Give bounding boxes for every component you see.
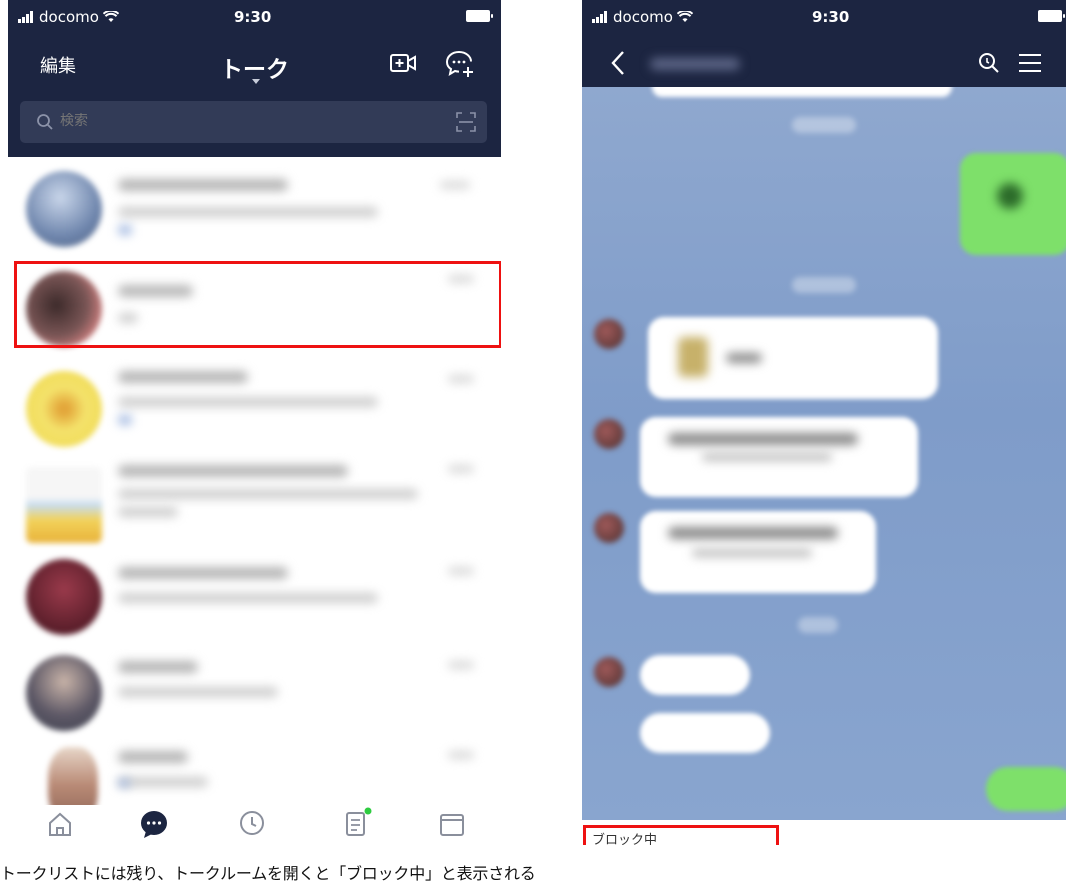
qr-scan-icon[interactable] (456, 112, 476, 132)
chat-list-item[interactable] (8, 157, 501, 253)
chat-time (448, 661, 474, 669)
chat-preview (118, 507, 178, 517)
video-call-icon[interactable] (390, 52, 416, 74)
message-text (702, 453, 832, 461)
chat-preview (118, 687, 278, 697)
chat-name (118, 751, 188, 763)
avatar (594, 319, 624, 349)
carrier-name: docomo (39, 8, 99, 26)
talk-list-screen: docomo 9:30 編集 トーク (8, 0, 501, 845)
carrier-indicator: docomo (592, 8, 693, 26)
message-bubble (652, 87, 952, 97)
bottom-tab-bar (8, 805, 501, 845)
battery-icon (466, 10, 493, 22)
news-icon[interactable] (338, 807, 374, 841)
message-text (668, 433, 858, 445)
sticker-icon (678, 337, 708, 377)
menu-icon[interactable] (1018, 53, 1042, 73)
date-separator (792, 117, 856, 133)
chat-preview-icon (118, 415, 132, 425)
chat-preview (118, 207, 378, 217)
sent-bubble (986, 767, 1066, 811)
chat-list-item[interactable] (8, 545, 501, 641)
status-time: 9:30 (812, 8, 850, 26)
highlight-box-blocked (583, 825, 779, 845)
status-time: 9:30 (234, 8, 272, 26)
message-text (726, 353, 762, 363)
chat-name (118, 179, 288, 191)
chat-list-item[interactable] (8, 453, 501, 549)
chat-preview (118, 489, 418, 499)
chat-time (448, 751, 474, 759)
carrier-name: docomo (613, 8, 673, 26)
avatar (594, 657, 624, 687)
chat-name (118, 371, 248, 383)
chat-preview (118, 397, 378, 407)
wallet-icon[interactable] (434, 807, 470, 841)
title-dropdown-icon[interactable] (252, 79, 260, 84)
message-text (692, 549, 812, 557)
call-icon (997, 183, 1023, 209)
image-caption: トークリストには残り、トークルームを開くと「ブロック中」と表示される (0, 864, 536, 883)
signal-icon (18, 11, 33, 23)
wifi-icon (676, 11, 693, 22)
search-bar[interactable] (20, 101, 487, 143)
message-text (668, 527, 838, 539)
avatar (26, 467, 102, 543)
avatar (26, 655, 102, 731)
carrier-indicator: docomo (18, 8, 119, 26)
avatar (594, 419, 624, 449)
received-bubble (640, 713, 770, 753)
chat-preview-icon (118, 225, 132, 235)
chat-name (118, 567, 288, 579)
chat-list-item[interactable] (8, 357, 501, 453)
received-bubble (640, 655, 750, 695)
signal-icon (592, 11, 607, 23)
chat-preview-icon (118, 779, 130, 787)
avatar (26, 371, 102, 447)
new-chat-icon[interactable] (445, 49, 475, 77)
wifi-icon (102, 11, 119, 22)
chat-preview (118, 777, 208, 787)
chat-name (118, 661, 198, 673)
chat-room-name (650, 58, 740, 70)
status-bar: docomo 9:30 (582, 0, 1066, 32)
avatar (26, 559, 102, 635)
search-icon[interactable] (978, 52, 1000, 74)
chat-time (448, 465, 474, 473)
chat-list-item[interactable] (8, 641, 501, 737)
back-arrow-icon[interactable] (610, 50, 626, 76)
search-input[interactable] (60, 113, 260, 129)
date-separator (798, 617, 838, 633)
timeline-icon[interactable] (234, 807, 270, 841)
chat-time (440, 181, 470, 189)
chat-time (448, 567, 474, 575)
chat-time (448, 375, 474, 383)
highlight-box-chat-item (14, 261, 501, 348)
avatar (594, 513, 624, 543)
chat-icon[interactable] (136, 807, 172, 841)
chat-room-screen: docomo 9:30 ブロック中 (582, 0, 1066, 845)
battery-icon (1038, 10, 1065, 22)
avatar (26, 171, 102, 247)
date-separator (792, 277, 856, 293)
chat-preview (118, 593, 378, 603)
chat-room-header: docomo 9:30 (582, 0, 1066, 87)
chat-message-area (582, 87, 1066, 820)
chat-name (118, 465, 348, 477)
status-bar: docomo 9:30 (8, 0, 501, 32)
talk-list-header: docomo 9:30 編集 トーク (8, 0, 501, 157)
search-icon (37, 114, 53, 130)
home-icon[interactable] (42, 807, 78, 841)
